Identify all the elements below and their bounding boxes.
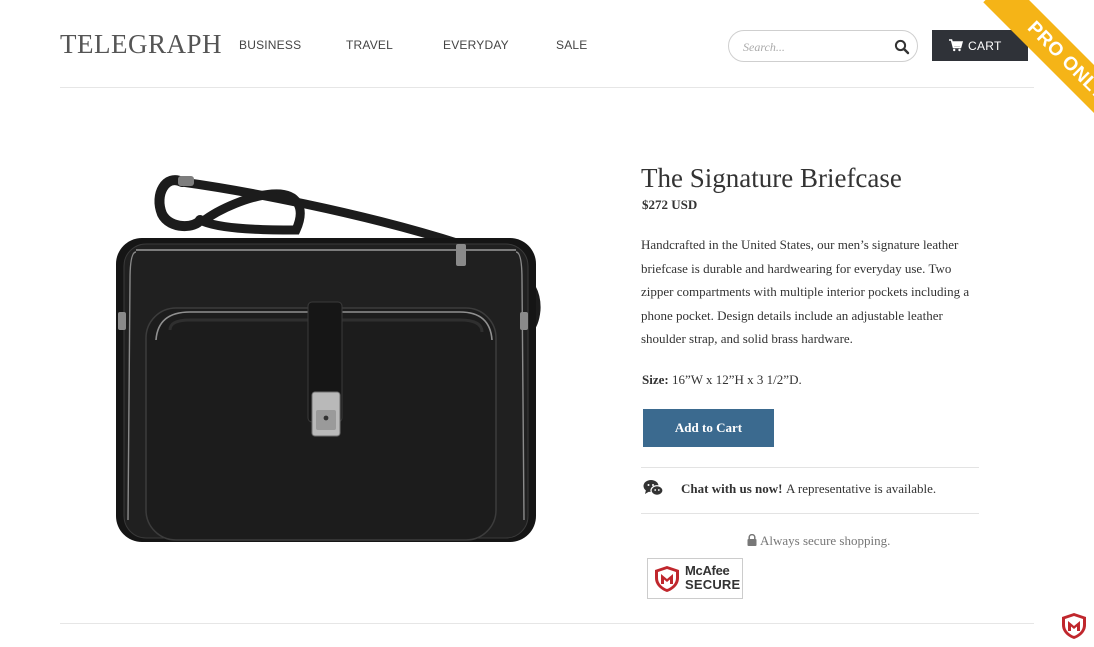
secure-text: Always secure shopping. [760,533,891,548]
ribbon-label: PRO ONLY [983,0,1094,144]
pro-only-ribbon: PRO ONLY [944,0,1094,150]
divider [641,513,979,514]
chat-row[interactable]: Chat with us now! A representative is av… [643,479,981,499]
nav-item-business[interactable]: BUSINESS [239,38,301,52]
search-box [728,30,918,62]
search-icon[interactable] [894,39,910,55]
badge-secure: SECURE [685,577,741,592]
chat-link[interactable]: Chat with us now! [681,481,783,497]
nav-item-sale[interactable]: SALE [556,38,588,52]
product-image [116,175,541,542]
mcafee-secure-badge[interactable]: McAfee SECURE [647,558,743,599]
product-title: The Signature Briefcase [641,163,902,193]
search-input[interactable] [743,38,883,56]
add-to-cart-button[interactable]: Add to Cart [643,409,774,447]
mcafee-shield-icon [655,566,679,592]
site-logo[interactable]: TELEGRAPH [60,29,222,60]
chat-icon [643,480,663,496]
header-divider [60,87,1034,88]
size-value: 16”W x 12”H x 3 1/2”D. [671,372,802,387]
size-label: Size: [642,372,669,387]
mcafee-floating-shield-icon[interactable] [1060,612,1088,640]
nav-item-travel[interactable]: TRAVEL [346,38,393,52]
product-price: $272 USD [642,197,698,212]
lock-icon [747,534,757,546]
footer-divider [60,623,1034,624]
site-header: TELEGRAPH BUSINESS TRAVEL EVERYDAY SALE … [0,0,1094,144]
chat-text: A representative is available. [786,481,937,496]
nav-item-everyday[interactable]: EVERYDAY [443,38,509,52]
badge-brand: McAfee [685,563,730,578]
divider [641,467,979,468]
secure-shopping-note: Always secure shopping. [747,533,890,549]
product-description: Handcrafted in the United States, our me… [641,237,970,346]
product-size: Size: 16”W x 12”H x 3 1/2”D. [642,372,802,388]
